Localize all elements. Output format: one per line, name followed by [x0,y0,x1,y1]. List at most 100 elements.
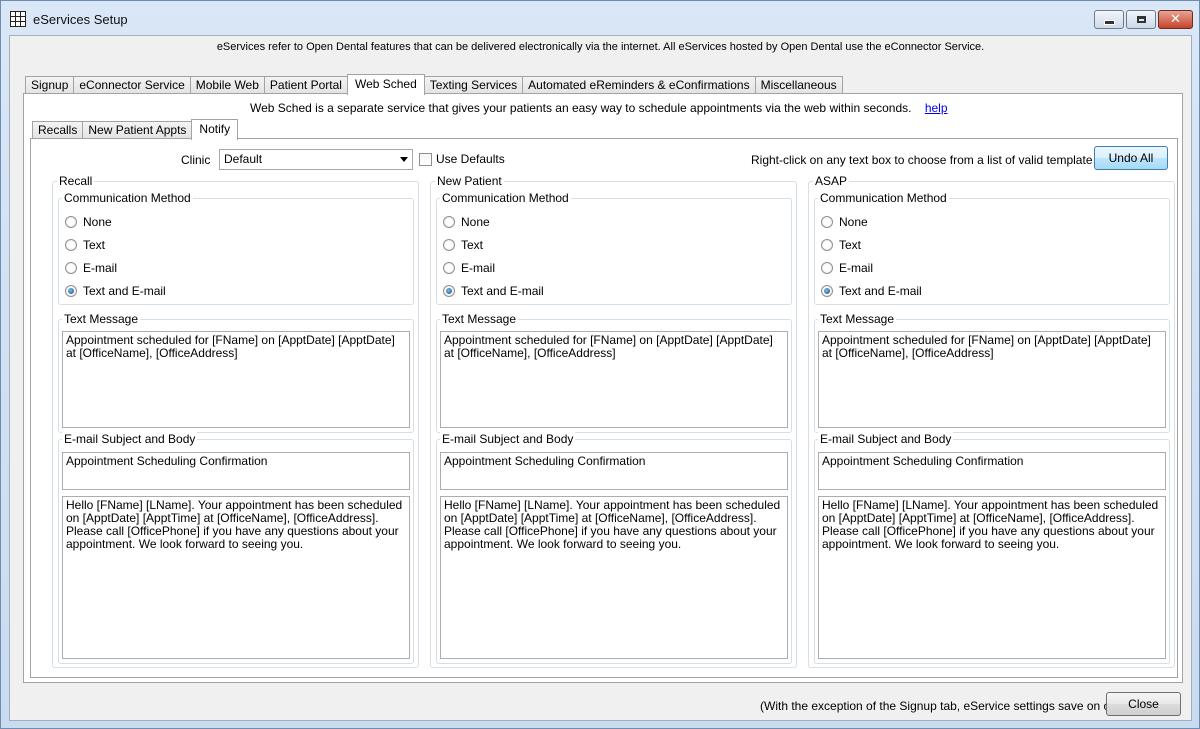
new-patient-radio-text[interactable]: Text [443,238,483,252]
radio-button-icon[interactable] [65,285,77,297]
recall-text-message-input[interactable]: Appointment scheduled for [FName] on [Ap… [62,331,410,428]
chevron-down-icon [400,157,408,162]
web-sched-tab-strip: Recalls New Patient Appts Notify [32,119,239,140]
use-defaults-checkbox[interactable]: Use Defaults [419,152,505,166]
right-click-note: Right-click on any text box to choose fr… [751,153,1128,167]
checkbox-icon[interactable] [419,152,432,166]
asap-radio-text[interactable]: Text [821,238,861,252]
window-title: eServices Setup [33,12,128,27]
recall-group-title: Recall [57,174,95,188]
asap-email-group: E-mail Subject and Body Appointment Sched… [814,432,1170,664]
email-subject-body-title: E-mail Subject and Body [62,432,198,446]
maximize-icon [1136,16,1146,23]
text-message-title: Text Message [818,312,897,326]
radio-label: Text [839,238,862,252]
communication-method-title: Communication Method [440,191,571,205]
tab-new-patient-appts[interactable]: New Patient Appts [82,121,193,139]
radio-label: E-mail [83,261,118,275]
client-area: eServices refer to Open Dental features … [9,35,1192,721]
tab-signup[interactable]: Signup [25,76,75,94]
eservices-setup-window: eServices Setup ✕ eServices refer to Ope… [0,0,1200,729]
radio-label: None [83,215,112,229]
asap-email-subject-input[interactable]: Appointment Scheduling Confirmation [818,452,1166,490]
eservices-intro-text: eServices refer to Open Dental features … [216,41,985,53]
radio-label: Text and E-mail [461,284,544,298]
radio-label: None [839,215,868,229]
email-subject-body-title: E-mail Subject and Body [440,432,576,446]
asap-communication-method: Communication Method None Text E-mail Text a… [814,191,1170,305]
asap-radio-e-mail[interactable]: E-mail [821,261,873,275]
web-sched-intro: Web Sched is a separate service that giv… [24,101,1182,115]
radio-button-icon[interactable] [821,262,833,274]
new-patient-text-message-input[interactable]: Appointment scheduled for [FName] on [Ap… [440,331,788,428]
recall-group: Recall Communication Method None Text E-mail… [52,174,419,668]
tab-automated-ereminders-econfirmations[interactable]: Automated eReminders & eConfirmations [522,76,756,94]
recall-text-message-group: Text Message Appointment scheduled for [F… [58,312,414,433]
recall-radio-text[interactable]: Text [65,238,105,252]
recall-radio-e-mail[interactable]: E-mail [65,261,117,275]
radio-button-icon[interactable] [65,239,77,251]
tab-texting-services[interactable]: Texting Services [423,76,524,94]
radio-label: Text and E-mail [83,284,166,298]
radio-button-icon[interactable] [65,216,77,228]
new-patient-email-group: E-mail Subject and Body Appointment Sched… [436,432,792,664]
recall-email-body-input[interactable]: Hello [FName] [LName]. Your appointment … [62,496,410,659]
new-patient-radio-text-and-e-mail[interactable]: Text and E-mail [443,284,544,298]
maximize-button[interactable] [1126,10,1156,29]
tab-mobile-web[interactable]: Mobile Web [189,76,265,94]
recall-radio-text-and-e-mail[interactable]: Text and E-mail [65,284,166,298]
radio-label: Text and E-mail [839,284,922,298]
asap-group-title: ASAP [813,174,850,188]
recall-email-subject-input[interactable]: Appointment Scheduling Confirmation [62,452,410,490]
new-patient-communication-method: Communication Method None Text E-mail Text a… [436,191,792,305]
radio-button-icon[interactable] [443,285,455,297]
recall-communication-method: Communication Method None Text E-mail Text a… [58,191,414,305]
new-patient-group-title: New Patient [435,174,504,188]
recall-email-group: E-mail Subject and Body Appointment Sched… [58,432,414,664]
radio-button-icon[interactable] [821,285,833,297]
communication-method-title: Communication Method [62,191,193,205]
web-sched-description: Web Sched is a separate service that giv… [250,101,912,115]
recall-radio-none[interactable]: None [65,215,112,229]
app-grid-icon [10,11,26,27]
new-patient-text-message-group: Text Message Appointment scheduled for [F… [436,312,792,433]
title-bar[interactable]: eServices Setup ✕ [1,1,1199,35]
asap-radio-text-and-e-mail[interactable]: Text and E-mail [821,284,922,298]
undo-all-button[interactable]: Undo All [1094,146,1168,170]
tab-miscellaneous[interactable]: Miscellaneous [754,76,843,94]
window-close-button[interactable]: ✕ [1158,10,1193,29]
tab-web-sched[interactable]: Web Sched [346,74,425,95]
close-button[interactable]: Close [1106,692,1181,716]
radio-label: E-mail [461,261,496,275]
asap-text-message-input[interactable]: Appointment scheduled for [FName] on [Ap… [818,331,1166,428]
new-patient-email-subject-input[interactable]: Appointment Scheduling Confirmation [440,452,788,490]
asap-group: ASAP Communication Method None Text E-mail Te… [808,174,1175,668]
email-subject-body-title: E-mail Subject and Body [818,432,954,446]
minimize-button[interactable] [1094,10,1124,29]
asap-text-message-group: Text Message Appointment scheduled for [F… [814,312,1170,433]
radio-button-icon[interactable] [821,216,833,228]
asap-radio-none[interactable]: None [821,215,868,229]
radio-label: None [461,215,490,229]
clinic-select[interactable]: Default [219,149,413,170]
radio-button-icon[interactable] [443,239,455,251]
new-patient-group: New Patient Communication Method None Text E… [430,174,797,668]
radio-button-icon[interactable] [65,262,77,274]
clinic-label: Clinic [181,153,211,167]
radio-button-icon[interactable] [443,262,455,274]
tab-patient-portal[interactable]: Patient Portal [263,76,348,94]
footer-note: (With the exception of the Signup tab, e… [760,699,1136,713]
radio-label: E-mail [839,261,874,275]
radio-button-icon[interactable] [821,239,833,251]
asap-email-body-input[interactable]: Hello [FName] [LName]. Your appointment … [818,496,1166,659]
minimize-icon [1103,20,1115,25]
new-patient-email-body-input[interactable]: Hello [FName] [LName]. Your appointment … [440,496,788,659]
radio-button-icon[interactable] [443,216,455,228]
new-patient-radio-e-mail[interactable]: E-mail [443,261,495,275]
tab-econnector-service[interactable]: eConnector Service [73,76,191,94]
tab-notify[interactable]: Notify [191,119,239,140]
help-link[interactable]: help [925,101,948,115]
use-defaults-label: Use Defaults [436,152,505,166]
tab-recalls[interactable]: Recalls [32,121,84,139]
new-patient-radio-none[interactable]: None [443,215,490,229]
